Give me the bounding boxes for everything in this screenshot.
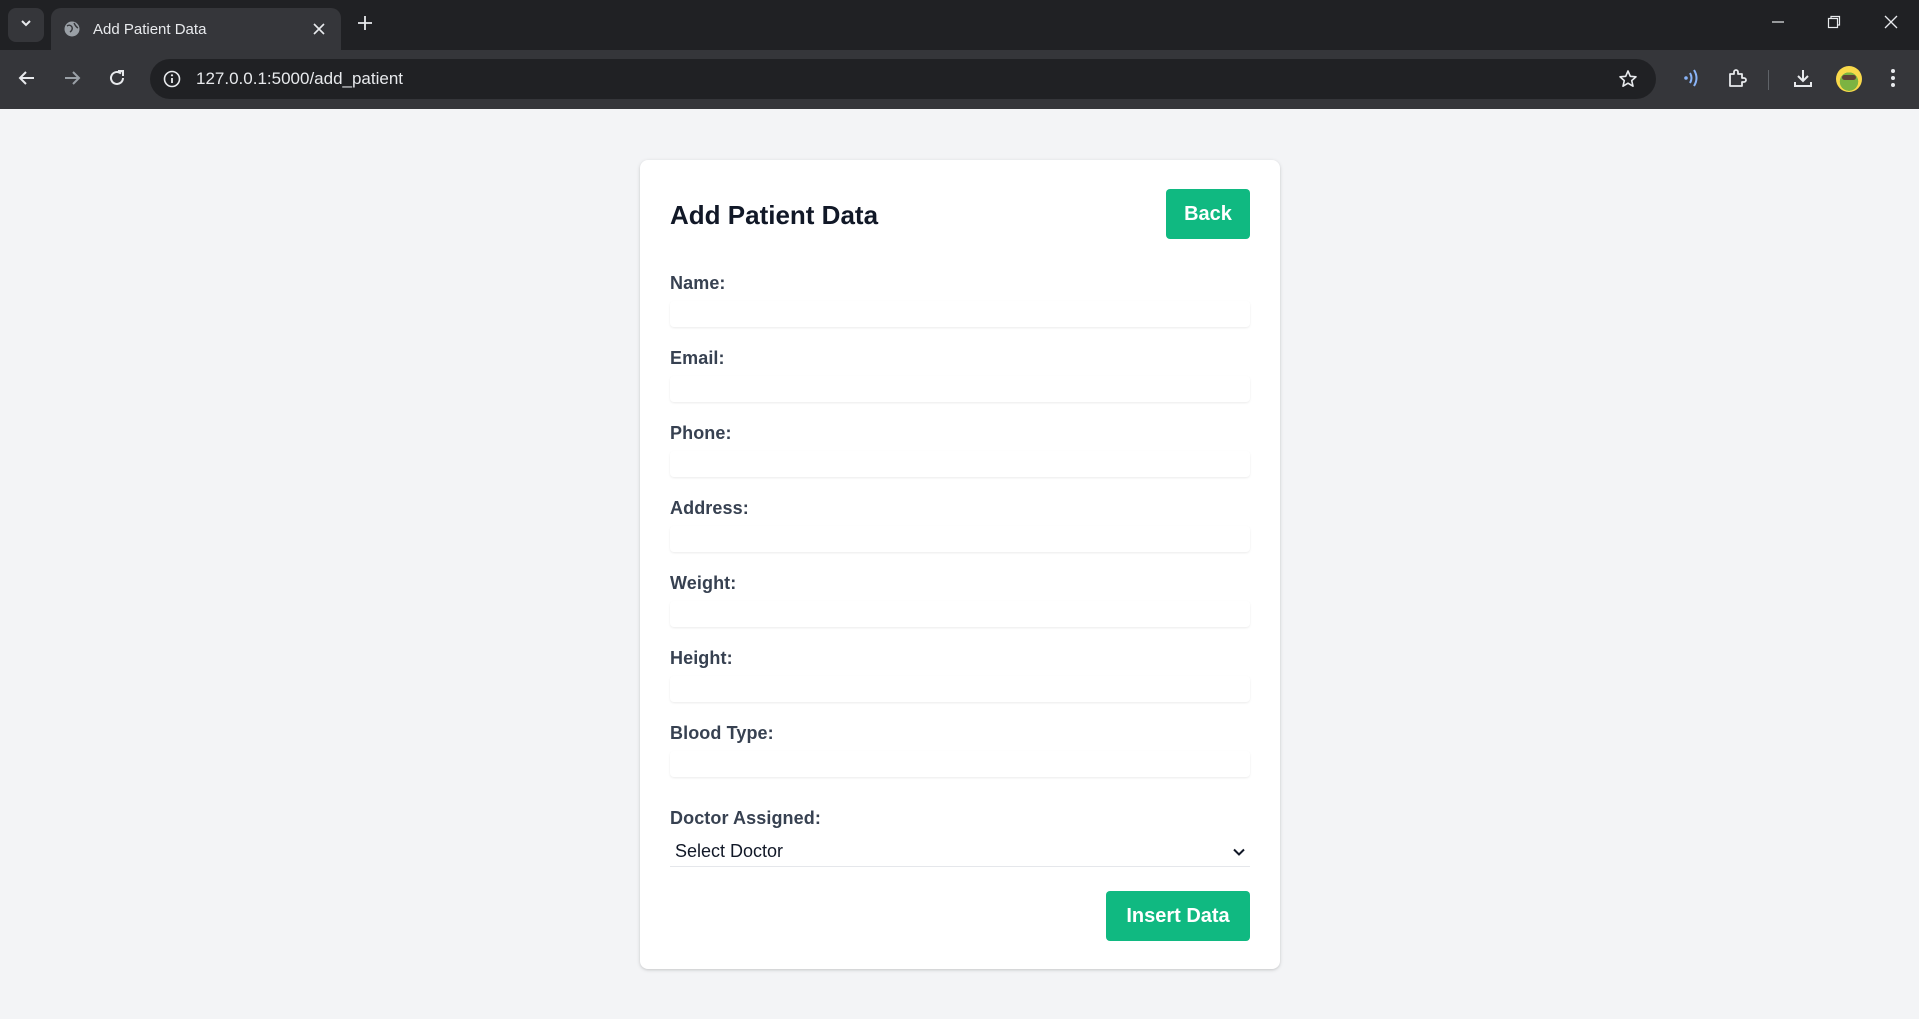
browser-toolbar: 127.0.0.1:5000/add_patient [0, 50, 1919, 109]
new-tab-button[interactable] [353, 13, 377, 37]
phone-input[interactable] [670, 451, 1250, 477]
minimize-button[interactable] [1766, 12, 1790, 36]
reload-button[interactable] [104, 67, 130, 93]
arrow-right-icon [63, 69, 81, 92]
back-button[interactable]: Back [1166, 189, 1250, 239]
star-icon[interactable] [1616, 67, 1640, 91]
email-label: Email: [670, 348, 725, 368]
globe-icon [63, 20, 81, 38]
wireless-icon [1680, 67, 1702, 94]
phone-label: Phone: [670, 423, 732, 443]
browser-menu-button[interactable] [1880, 67, 1906, 93]
doctor-select-value: Select Doctor [675, 841, 784, 861]
doctor-assigned-label: Doctor Assigned: [670, 808, 821, 828]
info-icon[interactable] [162, 69, 182, 89]
toolbar-divider [1768, 70, 1769, 90]
read-aloud-button[interactable] [1678, 67, 1704, 93]
restore-button[interactable] [1822, 12, 1846, 36]
tab-title: Add Patient Data [93, 20, 207, 38]
email-input[interactable] [670, 376, 1250, 402]
blood-type-input[interactable] [670, 751, 1250, 777]
puzzle-icon [1726, 67, 1748, 94]
height-input[interactable] [670, 676, 1250, 702]
forward-nav-button[interactable] [59, 67, 85, 93]
name-input[interactable] [670, 301, 1250, 327]
plus-icon [357, 15, 373, 36]
name-label: Name: [670, 273, 726, 293]
doctor-select[interactable]: Select Doctor [670, 837, 1250, 867]
height-label: Height: [670, 648, 733, 668]
profile-avatar[interactable] [1836, 66, 1862, 92]
weight-input[interactable] [670, 601, 1250, 627]
url-text[interactable]: 127.0.0.1:5000/add_patient [196, 69, 403, 89]
close-window-button[interactable] [1879, 12, 1903, 36]
page-title: Add Patient Data [670, 200, 879, 230]
reload-icon [108, 69, 126, 92]
weight-label: Weight: [670, 573, 737, 593]
download-icon [1792, 67, 1814, 94]
arrow-left-icon [18, 69, 36, 92]
address-label: Address: [670, 498, 749, 518]
restore-icon [1827, 15, 1841, 34]
address-input[interactable] [670, 526, 1250, 552]
add-patient-form: Add Patient Data Back Name: Email: Phone… [640, 160, 1280, 969]
close-icon[interactable] [309, 19, 329, 39]
chevron-down-icon [1230, 843, 1248, 861]
downloads-button[interactable] [1790, 67, 1816, 93]
back-nav-button[interactable] [14, 67, 40, 93]
more-vertical-icon [1890, 68, 1896, 93]
insert-data-button[interactable]: Insert Data [1106, 891, 1250, 941]
browser-tab-bar: Add Patient Data [0, 0, 1919, 50]
chevron-down-icon [19, 16, 33, 35]
page-viewport: Add Patient Data Back Name: Email: Phone… [0, 109, 1919, 1019]
extensions-button[interactable] [1724, 67, 1750, 93]
tab-search-button[interactable] [8, 8, 44, 42]
minimize-icon [1771, 15, 1785, 34]
blood-type-label: Blood Type: [670, 723, 774, 743]
address-bar[interactable]: 127.0.0.1:5000/add_patient [150, 59, 1656, 99]
browser-tab[interactable]: Add Patient Data [51, 8, 341, 50]
close-icon [1884, 15, 1898, 34]
